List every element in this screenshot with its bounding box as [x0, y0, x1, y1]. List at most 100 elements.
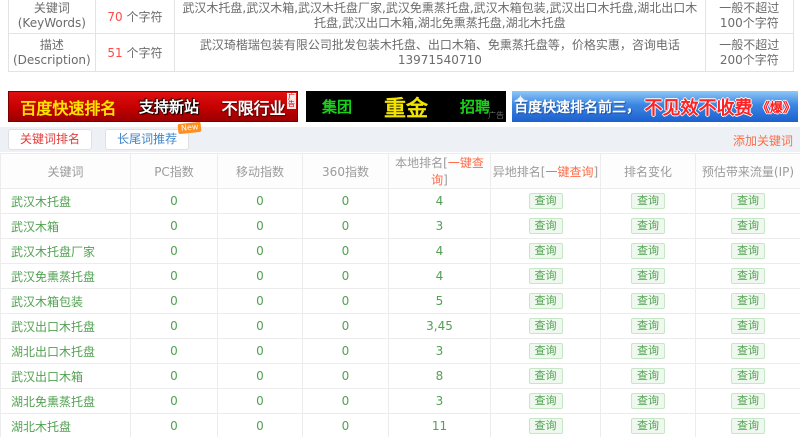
- remote-onekey-query-link[interactable]: 一键查询: [545, 165, 593, 179]
- local-rank-cell: 3: [389, 214, 491, 239]
- header-keyword: 关键词: [1, 154, 131, 189]
- keyword-cell[interactable]: 武汉出口木箱: [1, 364, 131, 389]
- keyword-cell[interactable]: 武汉木托盘: [1, 189, 131, 214]
- traffic-query-button[interactable]: 查询: [731, 243, 765, 259]
- traffic-query-button[interactable]: 查询: [731, 218, 765, 234]
- remote-rank-query-button[interactable]: 查询: [529, 293, 563, 309]
- local-rank-cell: 3,45: [389, 314, 491, 339]
- add-keyword-link[interactable]: 添加关键词: [733, 132, 793, 149]
- table-row: 武汉木箱包装 0 0 0 5 查询 查询 查询: [1, 289, 800, 314]
- mobile-index-cell: 0: [218, 389, 303, 414]
- rank-change-query-button[interactable]: 查询: [631, 218, 665, 234]
- local-rank-cell: 3: [389, 339, 491, 364]
- rank-change-query-button[interactable]: 查询: [631, 343, 665, 359]
- meta-label-description: 描述 (Description): [9, 34, 96, 72]
- tab-keyword-rank[interactable]: 关键词排名: [8, 129, 92, 150]
- ad-banner-strip: 百度快速排名 支持新站 不限行业 广告 集团 重金 招聘 广告 ✦ 百度快速排名…: [8, 91, 798, 122]
- pc-index-cell: 0: [131, 414, 218, 437]
- traffic-query-button[interactable]: 查询: [731, 393, 765, 409]
- rank-change-query-button[interactable]: 查询: [631, 193, 665, 209]
- pc-index-cell: 0: [131, 389, 218, 414]
- pc-index-cell: 0: [131, 289, 218, 314]
- table-row: 武汉出口木托盘 0 0 0 3,45 查询 查询 查询: [1, 314, 800, 339]
- traffic-query-button[interactable]: 查询: [731, 343, 765, 359]
- rank-change-query-button[interactable]: 查询: [631, 368, 665, 384]
- rank-change-query-button[interactable]: 查询: [631, 268, 665, 284]
- traffic-query-button[interactable]: 查询: [731, 293, 765, 309]
- keyword-cell[interactable]: 武汉免熏蒸托盘: [1, 264, 131, 289]
- remote-rank-cell: 查询: [491, 389, 601, 414]
- table-row: 武汉木托盘厂家 0 0 0 4 查询 查询 查询: [1, 239, 800, 264]
- rank-change-query-button[interactable]: 查询: [631, 243, 665, 259]
- header-remote-prefix: 异地排名[: [493, 165, 546, 179]
- remote-rank-query-button[interactable]: 查询: [529, 268, 563, 284]
- keyword-cell[interactable]: 武汉木托盘厂家: [1, 239, 131, 264]
- index-360-cell: 0: [303, 389, 389, 414]
- char-count-suffix: 个字符: [123, 46, 163, 60]
- ad-text: 集团: [322, 96, 352, 117]
- header-remote-suffix: ]: [594, 165, 599, 179]
- traffic-cell: 查询: [696, 189, 800, 214]
- keyword-cell[interactable]: 湖北免熏蒸托盘: [1, 389, 131, 414]
- meta-keywords-content: 武汉木托盘,武汉木箱,武汉木托盘厂家,武汉免熏蒸托盘,武汉木箱包装,武汉出口木托…: [175, 0, 705, 34]
- traffic-query-button[interactable]: 查询: [731, 368, 765, 384]
- header-local-rank: 本地排名[一键查询]: [389, 154, 491, 189]
- traffic-query-button[interactable]: 查询: [731, 318, 765, 334]
- rank-change-query-button[interactable]: 查询: [631, 318, 665, 334]
- pc-index-cell: 0: [131, 339, 218, 364]
- meta-label-zh: 关键词: [34, 1, 70, 15]
- local-rank-cell: 5: [389, 289, 491, 314]
- ad-text: 百度快速排名: [20, 95, 116, 119]
- remote-rank-query-button[interactable]: 查询: [529, 418, 563, 434]
- remote-rank-cell: 查询: [491, 289, 601, 314]
- rank-change-query-button[interactable]: 查询: [631, 418, 665, 434]
- ad-text: 百度快速排名前三，: [514, 97, 640, 117]
- local-rank-cell: 4: [389, 239, 491, 264]
- ad-banner-recruit[interactable]: 集团 重金 招聘 广告: [306, 91, 506, 122]
- table-row: 湖北出口木托盘 0 0 0 3 查询 查询 查询: [1, 339, 800, 364]
- tab-longtail-label: 长尾词推荐: [117, 132, 177, 146]
- remote-rank-query-button[interactable]: 查询: [529, 243, 563, 259]
- remote-rank-query-button[interactable]: 查询: [529, 343, 563, 359]
- index-360-cell: 0: [303, 264, 389, 289]
- meta-label-keywords: 关键词 (KeyWords): [9, 0, 96, 34]
- mobile-index-cell: 0: [218, 314, 303, 339]
- mobile-index-cell: 0: [218, 239, 303, 264]
- remote-rank-cell: 查询: [491, 189, 601, 214]
- rank-change-query-button[interactable]: 查询: [631, 293, 665, 309]
- keyword-cell[interactable]: 武汉出口木托盘: [1, 314, 131, 339]
- remote-rank-query-button[interactable]: 查询: [529, 193, 563, 209]
- header-pc-index: PC指数: [131, 154, 218, 189]
- keyword-cell[interactable]: 武汉木箱: [1, 214, 131, 239]
- ad-banner-baidu-rank[interactable]: 百度快速排名 支持新站 不限行业 广告: [8, 91, 298, 122]
- remote-rank-query-button[interactable]: 查询: [529, 393, 563, 409]
- keyword-cell[interactable]: 武汉木箱包装: [1, 289, 131, 314]
- rank-change-cell: 查询: [601, 189, 696, 214]
- new-badge: New: [177, 122, 201, 134]
- header-estimated-traffic: 预估带来流量(IP): [696, 154, 800, 189]
- ad-banner-baidu-top3[interactable]: ✦ 百度快速排名前三， 不见效不收费 《爆》: [512, 91, 798, 122]
- keyword-cell[interactable]: 湖北出口木托盘: [1, 339, 131, 364]
- traffic-cell: 查询: [696, 389, 800, 414]
- local-rank-cell: 4: [389, 189, 491, 214]
- remote-rank-query-button[interactable]: 查询: [529, 218, 563, 234]
- rank-change-cell: 查询: [601, 264, 696, 289]
- traffic-query-button[interactable]: 查询: [731, 418, 765, 434]
- remote-rank-query-button[interactable]: 查询: [529, 318, 563, 334]
- tab-longtail-suggest[interactable]: 长尾词推荐New: [105, 129, 189, 150]
- pc-index-cell: 0: [131, 239, 218, 264]
- pc-index-cell: 0: [131, 364, 218, 389]
- char-count: 70: [107, 10, 122, 24]
- traffic-query-button[interactable]: 查询: [731, 268, 765, 284]
- traffic-query-button[interactable]: 查询: [731, 193, 765, 209]
- table-row: 武汉木托盘 0 0 0 4 查询 查询 查询: [1, 189, 800, 214]
- rank-change-query-button[interactable]: 查询: [631, 393, 665, 409]
- ad-tag: 广告: [287, 93, 296, 109]
- keyword-cell[interactable]: 湖北木托盘: [1, 414, 131, 437]
- remote-rank-query-button[interactable]: 查询: [529, 368, 563, 384]
- index-360-cell: 0: [303, 339, 389, 364]
- rank-change-cell: 查询: [601, 214, 696, 239]
- traffic-cell: 查询: [696, 364, 800, 389]
- rank-change-cell: 查询: [601, 239, 696, 264]
- meta-table: 关键词 (KeyWords) 70 个字符 武汉木托盘,武汉木箱,武汉木托盘厂家…: [8, 0, 794, 72]
